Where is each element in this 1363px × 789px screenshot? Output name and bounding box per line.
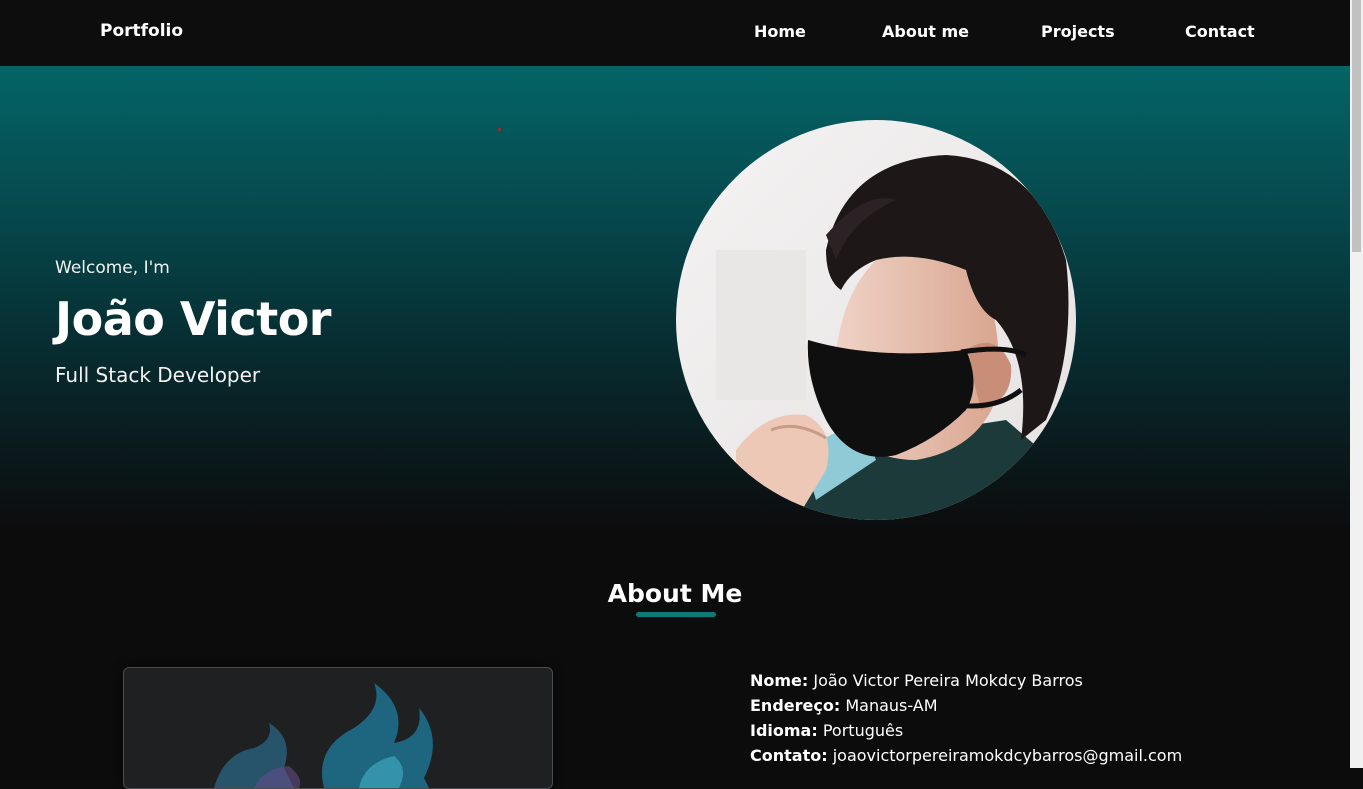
brand-logo[interactable]: Portfolio [100,21,183,41]
info-label: Contato: [750,746,828,765]
info-value: joaovictorpereiramokdcybarros@gmail.com [832,746,1183,765]
about-image [123,667,553,789]
info-label: Idioma: [750,721,818,740]
smoke-illustration [214,683,433,788]
info-row-endereco: Endereço: Manaus-AM [750,693,1182,718]
hero-name: João Victor [55,292,331,346]
nav-contact[interactable]: Contact [1185,22,1255,41]
info-row-nome: Nome: João Victor Pereira Mokdcy Barros [750,668,1182,693]
info-value: Manaus-AM [845,696,938,715]
hero-welcome: Welcome, I'm [55,258,170,278]
info-label: Endereço: [750,696,841,715]
about-info: Nome: João Victor Pereira Mokdcy Barros … [750,668,1182,768]
navbar: Portfolio Home About me Projects Contact [0,0,1350,66]
about-section-title: About Me [607,579,743,608]
nav-home[interactable]: Home [754,22,806,41]
info-row-idioma: Idioma: Português [750,718,1182,743]
info-value: João Victor Pereira Mokdcy Barros [813,671,1083,690]
about-title-underline [636,612,716,617]
nav-projects[interactable]: Projects [1041,22,1115,41]
page-scrollbar[interactable] [1350,0,1363,768]
info-label: Nome: [750,671,809,690]
scrollbar-thumb[interactable] [1352,0,1361,252]
profile-photo-illustration [676,120,1076,520]
hero-role: Full Stack Developer [55,363,261,387]
decorative-dot [498,128,501,131]
profile-photo [676,120,1076,520]
nav-about-me[interactable]: About me [882,22,969,41]
info-row-contato: Contato: joaovictorpereiramokdcybarros@g… [750,743,1182,768]
info-value: Português [822,721,904,740]
